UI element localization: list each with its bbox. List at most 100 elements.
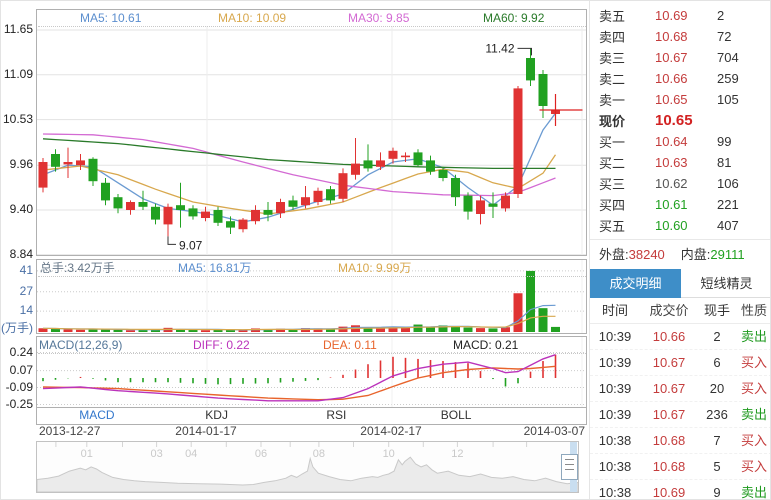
indicator-label: MA5: 10.61 — [80, 11, 141, 26]
order-book-volume: 407 — [717, 218, 739, 233]
order-book-price: 10.67 — [649, 50, 717, 65]
tab-short-term-wizard[interactable]: 短线精灵 — [681, 269, 771, 298]
date-tick-label: 2013-12-27 — [39, 424, 100, 438]
bid-row[interactable]: 买三10.62106 — [590, 173, 771, 194]
order-book-volume: 259 — [717, 71, 739, 86]
svg-text:12: 12 — [451, 448, 463, 460]
navigator-drag-handle[interactable] — [561, 454, 578, 480]
trade-time: 10:39 — [590, 350, 640, 375]
tab-trade-details[interactable]: 成交明细 — [590, 269, 681, 298]
trade-panel-tabs: 成交明细短线精灵 — [590, 269, 771, 298]
axis-tick-label: 10.53 — [1, 112, 33, 126]
inner-volume-value: 29111 — [710, 247, 744, 262]
trade-volume: 236 — [698, 402, 736, 427]
order-book: 卖五10.692卖四10.6872卖三10.67704卖二10.66259卖一1… — [590, 5, 771, 236]
trade-side: 买入 — [736, 454, 771, 479]
volume-indicator-header: 总手:3.42万手MA5: 16.81万MA10: 9.99万 — [38, 261, 586, 277]
order-book-row-label: 买五 — [599, 216, 649, 235]
axis-tick-label: 0.24 — [1, 345, 33, 359]
svg-text:11.42: 11.42 — [485, 41, 514, 55]
indicator-tabs: MACDKDJRSIBOLL — [36, 408, 587, 425]
svg-text:08: 08 — [313, 448, 325, 460]
trade-price: 10.68 — [640, 428, 698, 453]
trade-time: 10:39 — [590, 376, 640, 401]
axis-tick-label: 27 — [1, 284, 33, 298]
bid-row[interactable]: 买二10.6381 — [590, 152, 771, 173]
trade-time: 10:38 — [590, 480, 640, 500]
inner-volume-label: 内盘: — [681, 247, 711, 262]
date-tick-label: 2014-01-17 — [175, 424, 236, 438]
order-book-price: 10.65 — [649, 112, 717, 129]
order-book-price: 10.65 — [649, 92, 717, 107]
candlestick-chart-canvas[interactable]: 9.07 11.42 — [37, 10, 586, 255]
current-price-row[interactable]: 现价10.65 — [590, 110, 771, 131]
tab-indicator-boll[interactable]: BOLL — [396, 408, 516, 424]
tab-indicator-rsi[interactable]: RSI — [277, 408, 397, 424]
outer-volume-value: 38240 — [629, 247, 665, 262]
trade-volume: 20 — [698, 376, 736, 401]
trade-row: 10:3810.685买入 — [590, 454, 771, 480]
ask-row[interactable]: 卖一10.65105 — [590, 89, 771, 110]
order-book-volume: 81 — [717, 155, 731, 170]
ma-indicator-header: MA5: 10.61MA10: 10.09MA30: 9.85MA60: 9.9… — [38, 11, 586, 27]
indicator-label: DEA: 0.11 — [323, 338, 377, 353]
trade-volume: 9 — [698, 480, 736, 500]
order-book-price: 10.69 — [649, 8, 717, 23]
svg-text:9.07: 9.07 — [179, 238, 203, 252]
timeline-navigator[interactable]: 01030406081012 — [36, 441, 579, 493]
tab-indicator-kdj[interactable]: KDJ — [157, 408, 277, 424]
trade-side: 买入 — [736, 428, 771, 453]
order-book-row-label: 现价 — [599, 111, 649, 130]
column-header: 时间 — [590, 298, 640, 323]
axis-tick-label: 14 — [1, 303, 33, 317]
ask-row[interactable]: 卖五10.692 — [590, 5, 771, 26]
trade-side: 卖出 — [736, 324, 771, 349]
axis-tick-label: 0.07 — [1, 363, 33, 377]
tab-indicator-macd[interactable]: MACD — [37, 408, 157, 424]
outer-volume-label: 外盘: — [599, 247, 629, 262]
stock-trading-app: MA5: 10.61MA10: 10.09MA30: 9.85MA60: 9.9… — [0, 0, 771, 500]
indicator-label: MACD(12,26,9) — [39, 338, 122, 353]
candlestick-chart-panel[interactable]: MA5: 10.61MA10: 10.09MA30: 9.85MA60: 9.9… — [36, 9, 587, 256]
trade-volume: 7 — [698, 428, 736, 453]
column-header: 现手 — [698, 298, 736, 323]
trade-price: 10.69 — [640, 480, 698, 500]
order-book-volume: 704 — [717, 50, 739, 65]
date-tick-label: 2014-02-17 — [360, 424, 421, 438]
bid-row[interactable]: 买四10.61221 — [590, 194, 771, 215]
axis-tick-label: 41 — [1, 263, 33, 277]
axis-tick-label: (万手) — [1, 321, 33, 335]
svg-text:10: 10 — [383, 448, 395, 460]
ask-row[interactable]: 卖四10.6872 — [590, 26, 771, 47]
bid-row[interactable]: 买五10.60407 — [590, 215, 771, 236]
trade-volume: 5 — [698, 454, 736, 479]
trade-time: 10:38 — [590, 428, 640, 453]
axis-tick-label: 9.96 — [1, 157, 33, 171]
axis-tick-label: -0.09 — [1, 380, 33, 394]
indicator-label: DIFF: 0.22 — [193, 338, 250, 353]
column-header: 成交价 — [640, 298, 698, 323]
trade-table: 10:3910.662卖出10:3910.676买入10:3910.6720买入… — [590, 324, 771, 500]
trade-price: 10.66 — [640, 324, 698, 349]
bid-row[interactable]: 买一10.6499 — [590, 131, 771, 152]
order-book-price: 10.60 — [649, 218, 717, 233]
macd-chart-panel[interactable]: MACD(12,26,9)DIFF: 0.22DEA: 0.11MACD: 0.… — [36, 336, 587, 408]
svg-text:06: 06 — [255, 448, 267, 460]
date-tick-label: 2014-03-07 — [524, 424, 585, 438]
indicator-label: MA10: 10.09 — [218, 11, 286, 26]
trade-price: 10.68 — [640, 454, 698, 479]
order-book-price: 10.64 — [649, 134, 717, 149]
order-book-row-label: 买二 — [599, 153, 649, 172]
outer-volume: 外盘:38240 — [599, 244, 665, 263]
order-book-volume: 105 — [717, 92, 739, 107]
svg-text:03: 03 — [150, 448, 162, 460]
ask-row[interactable]: 卖二10.66259 — [590, 68, 771, 89]
svg-text:01: 01 — [81, 448, 93, 460]
ask-row[interactable]: 卖三10.67704 — [590, 47, 771, 68]
navigator-overview-canvas[interactable]: 01030406081012 — [37, 442, 578, 492]
order-book-price: 10.66 — [649, 71, 717, 86]
order-book-row-label: 卖一 — [599, 90, 649, 109]
indicator-label: MA60: 9.92 — [483, 11, 544, 26]
volume-chart-panel[interactable]: 总手:3.42万手MA5: 16.81万MA10: 9.99万 — [36, 259, 587, 334]
trade-side: 卖出 — [736, 402, 771, 427]
